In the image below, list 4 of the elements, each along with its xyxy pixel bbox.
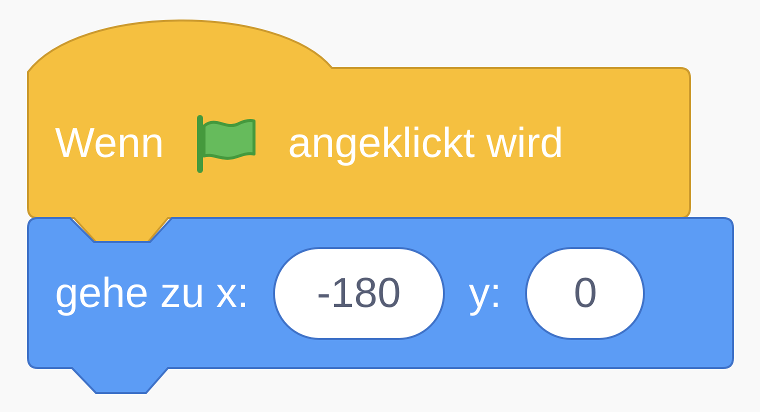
block-label: Wenn bbox=[55, 119, 164, 167]
block-label: y: bbox=[468, 269, 502, 317]
block-label: angeklickt wird bbox=[288, 119, 564, 167]
block-label: gehe zu x: bbox=[55, 269, 249, 317]
